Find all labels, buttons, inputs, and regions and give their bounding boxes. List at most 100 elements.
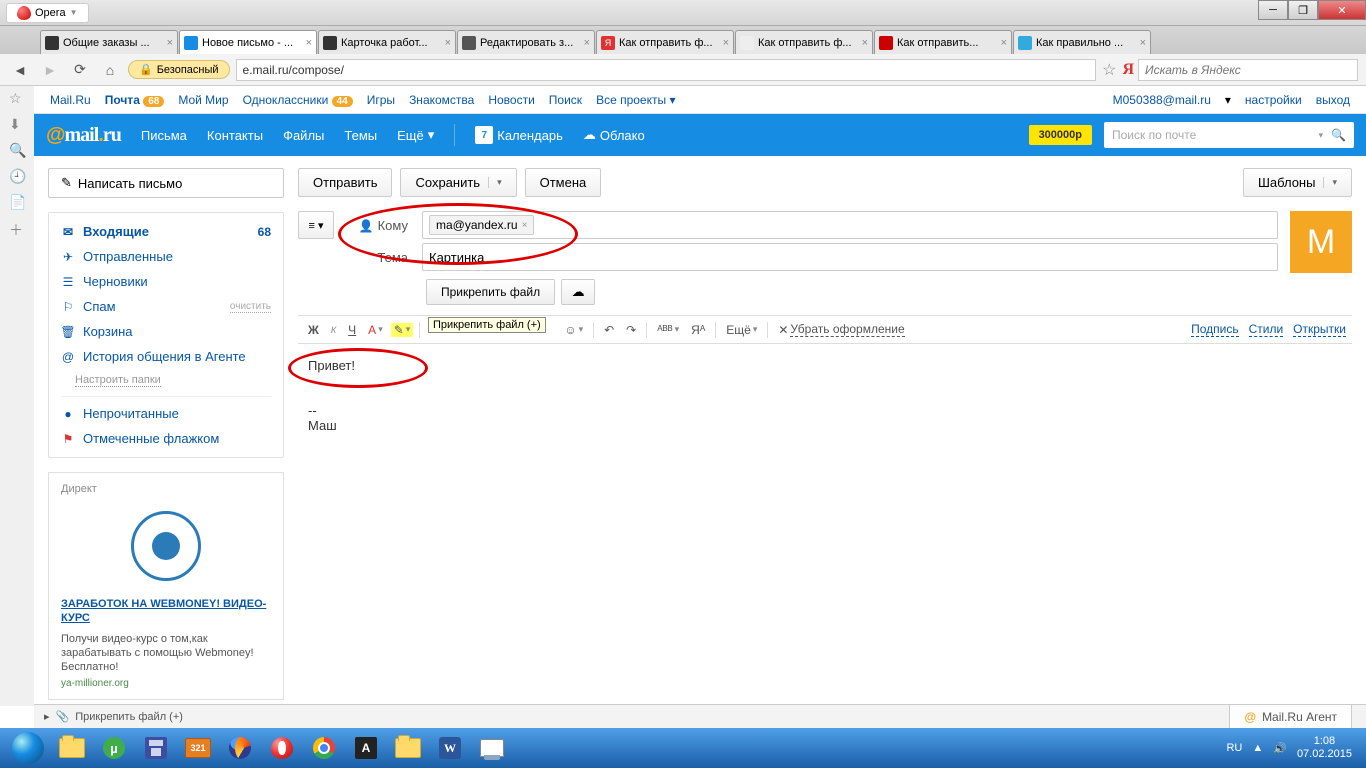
portal-dating[interactable]: Знакомства: [409, 93, 474, 107]
tab[interactable]: Как правильно ...×: [1013, 30, 1151, 54]
settings-link[interactable]: настройки: [1245, 93, 1302, 107]
mailru-agent-bar[interactable]: @ Mail.Ru Агент: [1229, 704, 1352, 728]
rail-download-icon[interactable]: ⬇: [9, 116, 25, 132]
tray-lang[interactable]: RU: [1226, 742, 1242, 754]
hdr-cloud[interactable]: ☁Облако: [583, 127, 645, 143]
address-input[interactable]: [236, 59, 1097, 81]
hdr-contacts[interactable]: Контакты: [207, 128, 263, 143]
rail-star-icon[interactable]: ☆: [9, 90, 25, 106]
bookmark-star-icon[interactable]: ☆: [1102, 60, 1116, 80]
save-button[interactable]: Сохранить: [400, 168, 516, 197]
window-minimize[interactable]: ─: [1258, 0, 1288, 20]
opera-menu-button[interactable]: Opera ▼: [6, 3, 89, 23]
start-button[interactable]: [6, 730, 50, 766]
chip-remove-icon[interactable]: ×: [522, 220, 528, 231]
ed-emoji[interactable]: ☺▾: [560, 321, 587, 339]
folder-flagged[interactable]: ⚑Отмеченные флажком: [49, 426, 283, 451]
ed-underline[interactable]: Ч: [344, 321, 360, 339]
tab[interactable]: Карточка работ...×: [318, 30, 456, 54]
nav-forward[interactable]: ►: [38, 58, 62, 82]
yandex-search-input[interactable]: [1138, 59, 1358, 81]
tab[interactable]: ЯКак отправить ф...×: [596, 30, 734, 54]
logout-link[interactable]: выход: [1316, 93, 1350, 107]
ed-signature[interactable]: Подпись: [1191, 322, 1239, 337]
attach-file-button[interactable]: Прикрепить файл: [426, 279, 555, 305]
mailru-logo[interactable]: @mail.ru: [46, 124, 121, 147]
hdr-more[interactable]: Ещё ▾: [397, 127, 434, 143]
task-word-icon[interactable]: W: [430, 731, 470, 765]
tree-toggle-icon[interactable]: ▸: [44, 710, 50, 723]
tab[interactable]: Общие заказы ...×: [40, 30, 178, 54]
ed-redo[interactable]: ↷: [622, 321, 640, 339]
task-paint-icon[interactable]: [472, 731, 512, 765]
task-chrome-icon[interactable]: [304, 731, 344, 765]
task-save-icon[interactable]: [136, 731, 176, 765]
subject-input[interactable]: [422, 243, 1278, 271]
folder-agent-history[interactable]: @История общения в Агенте: [49, 344, 283, 369]
task-mpc-icon[interactable]: 321: [178, 731, 218, 765]
portal-search[interactable]: Поиск: [549, 93, 582, 107]
hdr-themes[interactable]: Темы: [344, 128, 377, 143]
nav-home[interactable]: ⌂: [98, 58, 122, 82]
task-explorer-icon[interactable]: [52, 731, 92, 765]
tab[interactable]: Как отправить...×: [874, 30, 1012, 54]
hdr-files[interactable]: Файлы: [283, 128, 324, 143]
hdr-calendar[interactable]: 7Календарь: [475, 126, 563, 144]
tab-close-icon[interactable]: ×: [1001, 37, 1007, 49]
folder-inbox[interactable]: ✉Входящие68: [49, 219, 283, 244]
tab-close-icon[interactable]: ×: [723, 37, 729, 49]
editor-body[interactable]: Привет! -- Маш: [298, 344, 1352, 604]
ed-italic[interactable]: К: [327, 323, 340, 337]
folder-unread[interactable]: ●Непрочитанные: [49, 401, 283, 426]
tab-active[interactable]: Новое письмо - ...×: [179, 30, 317, 54]
task-av-icon[interactable]: A: [346, 731, 386, 765]
ed-bold[interactable]: Ж: [304, 321, 323, 339]
attach-from-cloud-button[interactable]: ☁: [561, 279, 595, 305]
tray-volume-icon[interactable]: 🔊: [1273, 742, 1287, 755]
ed-spellcheck[interactable]: ᴬᴮᴮ▾: [653, 321, 683, 339]
attach-shortcut-icon[interactable]: 📎: [56, 710, 70, 723]
attach-shortcut-label[interactable]: Прикрепить файл (+): [75, 711, 183, 723]
ad-headline[interactable]: ЗАРАБОТОК НА WEBMONEY! ВИДЕО-КУРС: [61, 597, 271, 626]
tab[interactable]: Редактировать з...×: [457, 30, 595, 54]
task-opera-icon[interactable]: [262, 731, 302, 765]
rail-add-icon[interactable]: ＋: [9, 220, 25, 236]
portal-mymir[interactable]: Мой Мир: [178, 93, 228, 107]
hdr-letters[interactable]: Письма: [141, 128, 187, 143]
tab-close-icon[interactable]: ×: [584, 37, 590, 49]
tab-close-icon[interactable]: ×: [445, 37, 451, 49]
task-firefox-icon[interactable]: [220, 731, 260, 765]
nav-back[interactable]: ◄: [8, 58, 32, 82]
tab[interactable]: Как отправить ф...×: [735, 30, 873, 54]
compose-button[interactable]: ✎Написать письмо: [48, 168, 284, 198]
task-explorer2-icon[interactable]: [388, 731, 428, 765]
tab-close-icon[interactable]: ×: [862, 37, 868, 49]
rail-search-icon[interactable]: 🔍: [9, 142, 25, 158]
cancel-button[interactable]: Отмена: [525, 168, 602, 197]
tab-close-icon[interactable]: ×: [167, 37, 173, 49]
portal-games[interactable]: Игры: [367, 93, 395, 107]
tray-up-icon[interactable]: ▲: [1252, 742, 1263, 754]
portal-news[interactable]: Новости: [488, 93, 534, 107]
window-close[interactable]: ✕: [1318, 0, 1366, 20]
tab-close-icon[interactable]: ×: [306, 37, 312, 49]
ed-cards[interactable]: Открытки: [1293, 322, 1346, 337]
recipient-chip[interactable]: ma@yandex.ru×: [429, 215, 534, 235]
ed-highlight[interactable]: ✎▾: [391, 323, 414, 337]
to-input[interactable]: ma@yandex.ru×: [422, 211, 1278, 239]
ed-undo[interactable]: ↶: [600, 321, 618, 339]
send-button[interactable]: Отправить: [298, 168, 392, 197]
user-email[interactable]: M050388@mail.ru: [1113, 93, 1211, 107]
folder-spam[interactable]: ⚐Спамочистить: [49, 294, 283, 319]
folder-sent[interactable]: ✈Отправленные: [49, 244, 283, 269]
portal-mailru[interactable]: Mail.Ru: [50, 93, 91, 107]
ed-color[interactable]: A▾: [364, 321, 387, 339]
configure-folders[interactable]: Настроить папки: [49, 369, 283, 392]
window-maximize[interactable]: ❐: [1288, 0, 1318, 20]
tray-clock[interactable]: 1:08 07.02.2015: [1297, 735, 1352, 761]
folder-drafts[interactable]: ☰Черновики: [49, 269, 283, 294]
portal-all[interactable]: Все проекты ▾: [596, 93, 675, 107]
mail-search-input[interactable]: Поиск по почте▾🔍: [1104, 122, 1354, 148]
portal-ok[interactable]: Одноклассники 44: [243, 93, 353, 107]
folder-trash[interactable]: 🗑Корзина: [49, 319, 283, 344]
